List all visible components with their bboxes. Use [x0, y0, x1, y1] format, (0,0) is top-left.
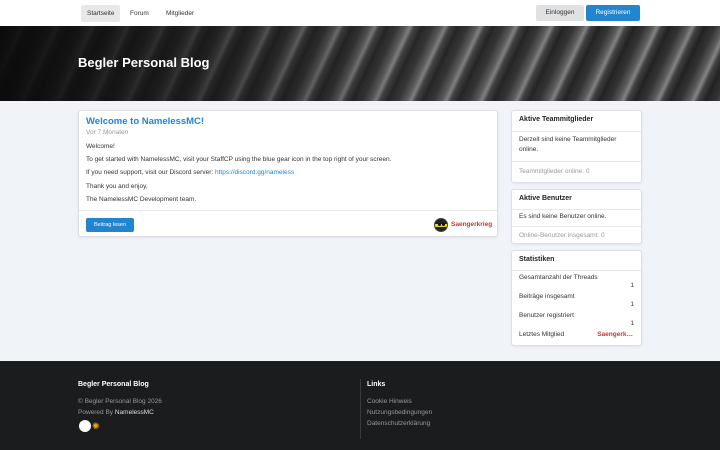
- post-text: To get started with NamelessMC, visit yo…: [86, 156, 392, 163]
- divider: [512, 270, 641, 271]
- stat-users-value: 1: [630, 320, 634, 327]
- discord-link[interactable]: https://discord.gg/nameless: [215, 169, 294, 176]
- footer-links-title: Links: [367, 381, 386, 388]
- nav-forum[interactable]: Forum: [124, 5, 155, 22]
- footer: Begler Personal Blog © Begler Personal B…: [0, 361, 720, 450]
- footer-site-title: Begler Personal Blog: [78, 381, 149, 388]
- divider: [512, 209, 641, 210]
- widget-footer: Online-Benutzer insgesamt: 0: [519, 232, 605, 239]
- stat-latest-member[interactable]: Saengerk…: [597, 331, 633, 338]
- footer-link-terms[interactable]: Nutzungsbedingungen: [367, 409, 432, 416]
- author-avatar[interactable]: [434, 218, 448, 232]
- post-author[interactable]: Saengerkrieg: [451, 221, 492, 228]
- widget-title: Aktive Teammitglieder: [519, 116, 594, 123]
- footer-link-privacy[interactable]: Datenschutzerklärung: [367, 420, 430, 427]
- widget-title: Aktive Benutzer: [519, 195, 572, 202]
- divider: [512, 131, 641, 132]
- footer-powered: Powered By NamelessMC: [78, 409, 154, 416]
- register-button[interactable]: Registrieren: [586, 5, 640, 21]
- divider: [512, 161, 641, 162]
- nav-members[interactable]: Mitglieder: [160, 5, 200, 22]
- dark-mode-toggle[interactable]: [79, 420, 91, 432]
- read-post-button[interactable]: Beitrag lesen: [86, 218, 134, 232]
- widget-text: Derzeit sind keine Teammitglieder online…: [519, 136, 617, 153]
- divider: [512, 226, 641, 227]
- stat-latest-label: Letztes Mitglied: [519, 331, 565, 338]
- post-text: Thank you and enjoy,: [86, 183, 148, 190]
- login-button[interactable]: Einloggen: [536, 5, 584, 21]
- stat-threads-label: Gesamtanzahl der Threads: [519, 274, 598, 281]
- stat-posts-value: 1: [630, 301, 634, 308]
- widget-footer: Teammitglieder online: 0: [519, 168, 590, 175]
- sun-icon[interactable]: ✺: [92, 420, 100, 432]
- site-title: Begler Personal Blog: [78, 55, 210, 70]
- users-online-widget: Aktive Benutzer Es sind keine Benutzer o…: [511, 189, 642, 244]
- top-navbar: Startseite Forum Mitglieder Einloggen Re…: [0, 0, 720, 26]
- footer-copyright: © Begler Personal Blog 2026: [78, 398, 162, 405]
- news-post-card: Welcome to NamelessMC! Vor 7 Monaten Wel…: [78, 110, 498, 237]
- nav-home[interactable]: Startseite: [81, 5, 121, 22]
- widget-text: Es sind keine Benutzer online.: [519, 213, 607, 220]
- staff-online-widget: Aktive Teammitglieder Derzeit sind keine…: [511, 110, 642, 183]
- post-text: The NamelessMC Development team.: [86, 196, 197, 203]
- statistics-widget: Statistiken Gesamtanzahl der Threads 1 B…: [511, 250, 642, 346]
- divider: [79, 210, 497, 211]
- footer-link-cookie[interactable]: Cookie Hinweis: [367, 398, 412, 405]
- divider: [360, 379, 361, 439]
- stat-threads-value: 1: [630, 282, 634, 289]
- header-banner: Begler Personal Blog: [0, 26, 720, 101]
- widget-title: Statistiken: [519, 256, 555, 263]
- stat-users-label: Benutzer registriert: [519, 312, 574, 319]
- post-text: Welcome!: [86, 143, 115, 150]
- post-title[interactable]: Welcome to NamelessMC!: [86, 116, 204, 127]
- stat-posts-label: Beiträge insgesamt: [519, 293, 575, 300]
- powered-link[interactable]: NamelessMC: [115, 409, 154, 416]
- post-text: If you need support, visit our Discord s…: [86, 169, 295, 176]
- post-time: Vor 7 Monaten: [86, 129, 129, 136]
